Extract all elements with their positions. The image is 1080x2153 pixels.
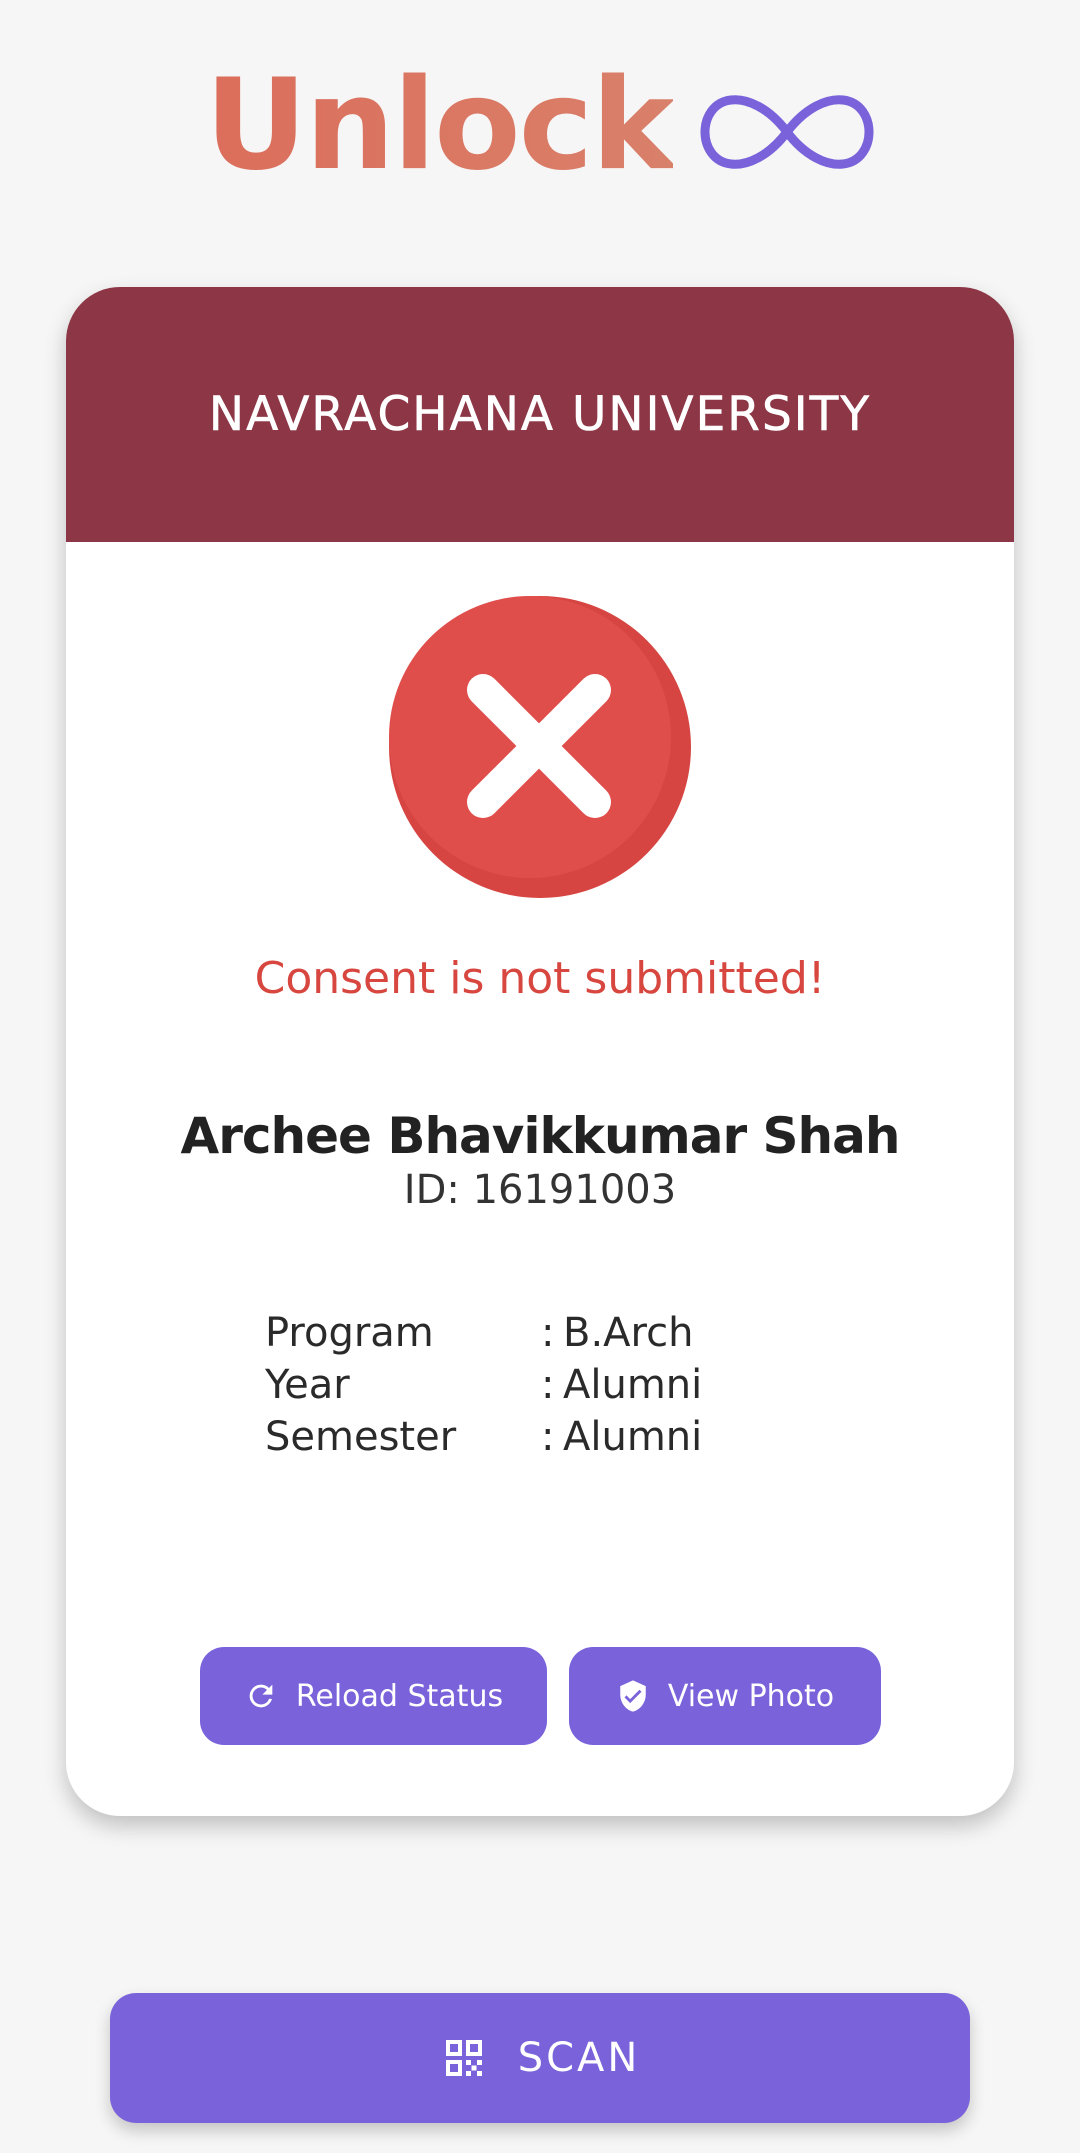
app-screen: Unlock NAVRACHANA UNIVERSITY Consent is … [0, 0, 1080, 2153]
view-photo-label: View Photo [667, 1678, 835, 1714]
student-name: Archee Bhavikkumar Shah [180, 1107, 901, 1165]
scan-label: SCAN [517, 2035, 641, 2081]
detail-separator: : [541, 1414, 555, 1460]
infinity-icon [700, 95, 874, 169]
reload-status-button[interactable]: Reload Status [200, 1647, 547, 1745]
shield-check-icon [620, 1680, 646, 1712]
status-message: Consent is not submitted! [254, 953, 826, 1004]
reload-status-label: Reload Status [295, 1678, 504, 1714]
detail-value: Alumni [563, 1414, 703, 1460]
university-name: NAVRACHANA UNIVERSITY [208, 387, 872, 443]
detail-row-semester: Semester : Alumni [265, 1411, 702, 1463]
detail-value: Alumni [563, 1362, 703, 1408]
refresh-icon [249, 1684, 273, 1708]
detail-value: B.Arch [563, 1310, 694, 1356]
scan-button[interactable]: SCAN [110, 1993, 970, 2123]
card-header: NAVRACHANA UNIVERSITY [66, 287, 1014, 542]
view-photo-button[interactable]: View Photo [569, 1647, 881, 1745]
qr-code-icon [445, 2040, 482, 2076]
student-details: Program : B.Arch Year : Alumni Semester … [265, 1307, 702, 1463]
app-logo: Unlock [0, 62, 1080, 188]
detail-label: Semester [265, 1414, 457, 1460]
detail-label: Year [265, 1362, 350, 1408]
error-x-icon [389, 596, 691, 898]
detail-row-program: Program : B.Arch [265, 1307, 702, 1359]
detail-row-year: Year : Alumni [265, 1359, 702, 1411]
detail-separator: : [541, 1362, 555, 1408]
student-status-card: NAVRACHANA UNIVERSITY Consent is not sub… [66, 287, 1014, 1816]
student-id: ID: 16191003 [403, 1167, 677, 1213]
detail-label: Program [265, 1310, 434, 1356]
logo-text: Unlock [204, 51, 675, 198]
detail-separator: : [541, 1310, 555, 1356]
